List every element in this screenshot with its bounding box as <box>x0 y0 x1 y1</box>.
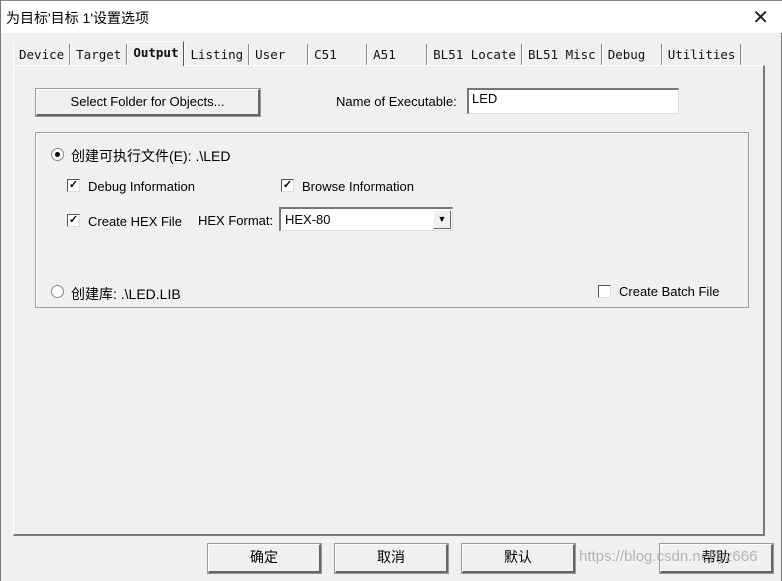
help-button[interactable]: 帮助 <box>659 543 774 574</box>
create-library-label: 创建库: .\LED.LIB <box>71 286 181 302</box>
debug-information-label: Debug Information <box>88 179 195 194</box>
hex-format-select[interactable]: HEX-80 ▼ <box>279 207 453 231</box>
cancel-button[interactable]: 取消 <box>334 543 449 574</box>
name-of-executable-input[interactable]: LED <box>467 88 679 114</box>
tab-bl51-misc[interactable]: BL51 Misc <box>521 44 602 66</box>
chevron-down-icon[interactable]: ▼ <box>433 210 451 229</box>
create-hex-file-checkbox[interactable]: ✓ <box>67 214 80 227</box>
hex-format-label: HEX Format: <box>198 213 274 228</box>
tab-bar: Device Target Output Listing User C51 A5… <box>13 41 742 66</box>
name-of-executable-label: Name of Executable: <box>336 94 457 109</box>
tab-target[interactable]: Target <box>70 44 128 66</box>
tab-utilities[interactable]: Utilities <box>661 44 742 66</box>
create-batch-file-label: Create Batch File <box>619 284 720 299</box>
tab-device[interactable]: Device <box>13 44 71 66</box>
create-hex-file-label: Create HEX File <box>88 214 182 229</box>
create-library-radio[interactable] <box>51 285 64 298</box>
tab-debug[interactable]: Debug <box>601 44 662 66</box>
create-batch-file-checkbox[interactable] <box>598 285 611 298</box>
create-executable-label: 创建可执行文件(E): .\LED <box>71 148 231 164</box>
window-title: 为目标'目标 1'设置选项 <box>6 10 150 26</box>
options-dialog: 为目标'目标 1'设置选项 ✕ Device Target Output Lis… <box>0 0 782 581</box>
tab-a51[interactable]: A51 <box>367 44 428 66</box>
hex-format-value: HEX-80 <box>285 212 331 227</box>
ok-button[interactable]: 确定 <box>207 543 322 574</box>
tab-user[interactable]: User <box>249 44 309 66</box>
defaults-button[interactable]: 默认 <box>461 543 576 574</box>
tab-output[interactable]: Output <box>127 41 185 66</box>
tab-bl51-locate[interactable]: BL51 Locate <box>427 44 522 66</box>
close-icon[interactable]: ✕ <box>752 5 769 29</box>
browse-information-checkbox[interactable]: ✓ <box>281 179 294 192</box>
tab-c51[interactable]: C51 <box>308 44 368 66</box>
create-executable-radio[interactable] <box>51 148 64 161</box>
debug-information-checkbox[interactable]: ✓ <box>67 179 80 192</box>
browse-information-label: Browse Information <box>302 179 414 194</box>
title-bar: 为目标'目标 1'设置选项 ✕ <box>1 0 782 33</box>
tab-listing[interactable]: Listing <box>184 44 250 66</box>
select-folder-button[interactable]: Select Folder for Objects... <box>35 88 261 117</box>
